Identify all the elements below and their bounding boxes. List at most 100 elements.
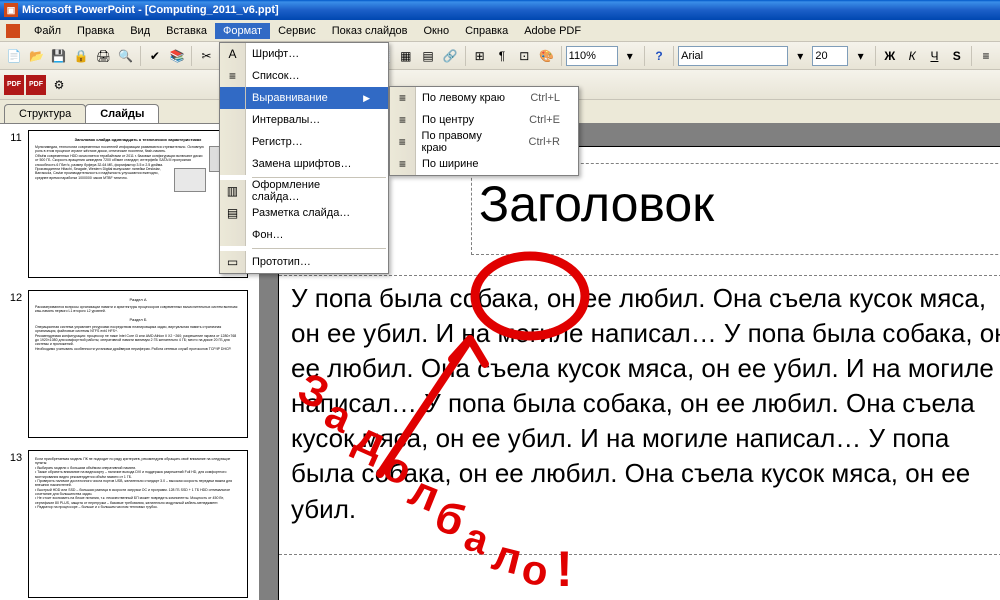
print-button[interactable]: 🖨 <box>93 45 113 67</box>
menu-insert[interactable]: Вставка <box>158 23 215 39</box>
slide-thumbnail[interactable]: Раздел А Рассматриваются вопросы организ… <box>28 290 248 438</box>
separator <box>191 46 192 66</box>
separator <box>252 248 386 249</box>
tab-outline[interactable]: Структура <box>4 104 86 123</box>
bold-button[interactable]: Ж <box>880 45 900 67</box>
toolbar-standard: 📄 📂 💾 🔒 🖨 🔍 ✔ 📚 ✂ 📋 📄 🖌 ↶ ↷ ✎ 📊 ▦ ▤ 🔗 ⊞ … <box>0 42 1000 70</box>
align-left-button[interactable]: ≡ <box>976 45 996 67</box>
slide-number: 13 <box>4 450 28 598</box>
font-name-dropdown[interactable]: ▾ <box>790 45 810 67</box>
slide-thumbnail[interactable]: Если приобретаемая модель ПК не подходит… <box>28 450 248 598</box>
separator <box>875 46 876 66</box>
shadow-button[interactable]: S <box>947 45 967 67</box>
separator <box>561 46 562 66</box>
cut-button[interactable]: ✂ <box>196 45 216 67</box>
format-align[interactable]: Выравнивание▶ <box>220 87 388 109</box>
separator <box>673 46 674 66</box>
separator <box>644 46 645 66</box>
workspace: 11 Заголовок слайда одиннадцать о технич… <box>0 124 1000 600</box>
expand-all-button[interactable]: ⊞ <box>469 45 489 67</box>
font-icon: A <box>220 43 246 65</box>
menu-edit[interactable]: Правка <box>69 23 122 39</box>
format-replace-fonts[interactable]: Замена шрифтов… <box>220 153 388 175</box>
blank-icon <box>220 109 246 131</box>
research-button[interactable]: 📚 <box>167 45 187 67</box>
layout-icon: ▤ <box>220 202 246 224</box>
blank-icon <box>220 87 246 109</box>
format-font[interactable]: AШрифт… <box>220 43 388 65</box>
hyperlink-button[interactable]: 🔗 <box>440 45 460 67</box>
pdf-create-icon[interactable]: PDF <box>4 75 24 95</box>
permission-button[interactable]: 🔒 <box>71 45 91 67</box>
app-icon: ▣ <box>4 3 18 17</box>
align-submenu: ≡По левому краюCtrl+L ≡По центруCtrl+E ≡… <box>389 86 579 176</box>
align-center[interactable]: ≡По центруCtrl+E <box>390 109 578 131</box>
format-list[interactable]: ≡Список… <box>220 65 388 87</box>
pdf-review-icon[interactable]: PDF <box>26 75 46 95</box>
format-intervals[interactable]: Интервалы… <box>220 109 388 131</box>
underline-button[interactable]: Ч <box>924 45 944 67</box>
separator <box>140 46 141 66</box>
align-left-icon: ≡ <box>390 87 416 109</box>
preview-button[interactable]: 🔍 <box>116 45 136 67</box>
color-button[interactable]: 🎨 <box>536 45 556 67</box>
slide-thumb-row[interactable]: 13 Если приобретаемая модель ПК не подхо… <box>0 444 259 600</box>
table-button[interactable]: ▦ <box>396 45 416 67</box>
menu-view[interactable]: Вид <box>122 23 158 39</box>
slide-title-text[interactable]: Заголовок <box>479 175 714 233</box>
save-button[interactable]: 💾 <box>49 45 69 67</box>
menu-slideshow[interactable]: Показ слайдов <box>324 23 416 39</box>
tab-slides[interactable]: Слайды <box>85 104 159 123</box>
separator <box>465 46 466 66</box>
menu-help[interactable]: Справка <box>457 23 516 39</box>
font-name-combo[interactable] <box>678 46 788 66</box>
menu-tools[interactable]: Сервис <box>270 23 324 39</box>
pdf-settings-button[interactable]: ⚙ <box>48 74 70 96</box>
format-background[interactable]: Фон… <box>220 224 388 246</box>
separator <box>971 46 972 66</box>
list-icon: ≡ <box>220 65 246 87</box>
italic-button[interactable]: К <box>902 45 922 67</box>
spell-button[interactable]: ✔ <box>145 45 165 67</box>
slide-number: 11 <box>4 130 28 278</box>
format-dropdown: AШрифт… ≡Список… Выравнивание▶ Интервалы… <box>219 42 389 274</box>
prototype-icon: ▭ <box>220 251 246 273</box>
zoom-dropdown[interactable]: ▾ <box>620 45 640 67</box>
design-icon: ▥ <box>220 180 246 202</box>
new-button[interactable]: 📄 <box>4 45 24 67</box>
align-justify[interactable]: ≡По ширине <box>390 153 578 175</box>
slide-thumb-row[interactable]: 12 Раздел А Рассматриваются вопросы орга… <box>0 284 259 444</box>
align-right-icon: ≡ <box>390 131 416 153</box>
titlebar: ▣ Microsoft PowerPoint - [Computing_2011… <box>0 0 1000 20</box>
blank-icon <box>220 153 246 175</box>
format-prototype[interactable]: ▭Прототип… <box>220 251 388 273</box>
doc-icon[interactable] <box>6 24 20 38</box>
open-button[interactable]: 📂 <box>26 45 46 67</box>
menubar: Файл Правка Вид Вставка Формат Сервис По… <box>0 20 1000 42</box>
format-slide-layout[interactable]: ▤Разметка слайда… <box>220 202 388 224</box>
menu-window[interactable]: Окно <box>416 23 458 39</box>
submenu-arrow-icon: ▶ <box>363 93 370 104</box>
show-grid-button[interactable]: ⊡ <box>514 45 534 67</box>
show-formatting-button[interactable]: ¶ <box>492 45 512 67</box>
help-button[interactable]: ? <box>649 45 669 67</box>
format-case[interactable]: Регистр… <box>220 131 388 153</box>
zoom-combo[interactable] <box>566 46 618 66</box>
align-left[interactable]: ≡По левому краюCtrl+L <box>390 87 578 109</box>
align-center-icon: ≡ <box>390 109 416 131</box>
blank-icon <box>220 131 246 153</box>
format-slide-design[interactable]: ▥Оформление слайда… <box>220 180 388 202</box>
app-title: Microsoft PowerPoint - [Computing_2011_v… <box>22 4 279 16</box>
align-right[interactable]: ≡По правому краюCtrl+R <box>390 131 578 153</box>
menu-format[interactable]: Формат <box>215 23 270 39</box>
slide-body-text[interactable]: У попа была собака, он ее любил. Она съе… <box>291 281 1000 527</box>
font-size-combo[interactable] <box>812 46 848 66</box>
separator <box>252 177 386 178</box>
tables-borders-button[interactable]: ▤ <box>418 45 438 67</box>
slide-thumbnail[interactable]: Заголовок слайда одиннадцать о техническ… <box>28 130 248 278</box>
menu-adobe[interactable]: Adobe PDF <box>516 23 589 39</box>
slide-number: 12 <box>4 290 28 438</box>
menu-file[interactable]: Файл <box>26 23 69 39</box>
align-justify-icon: ≡ <box>390 153 416 175</box>
font-size-dropdown[interactable]: ▾ <box>850 45 870 67</box>
